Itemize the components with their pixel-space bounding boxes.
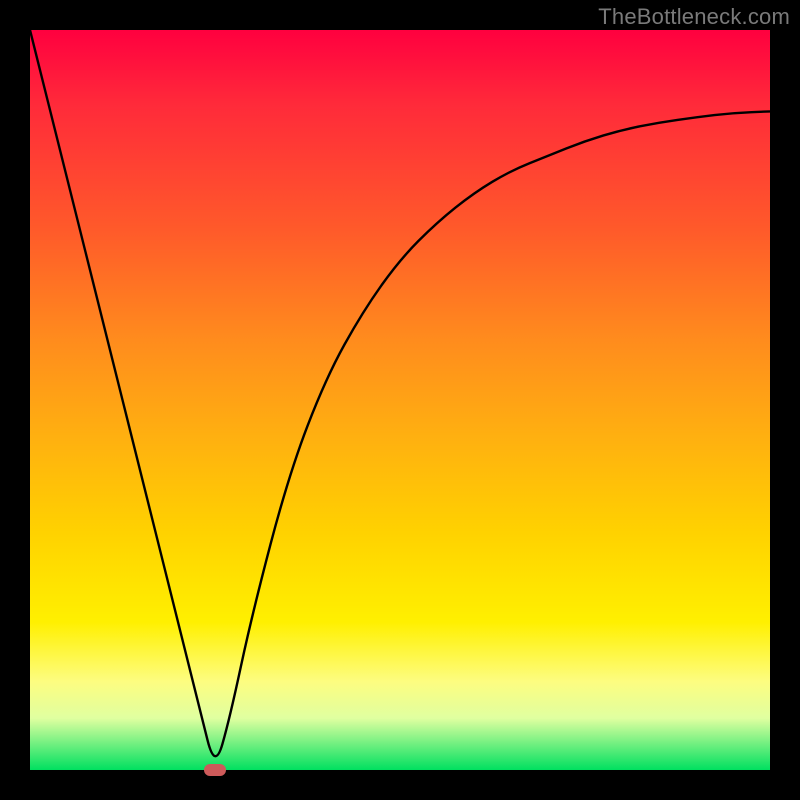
bottleneck-curve [30, 30, 770, 756]
minimum-marker [204, 764, 226, 776]
chart-stage: TheBottleneck.com [0, 0, 800, 800]
plot-area [30, 30, 770, 770]
curve-svg [30, 30, 770, 770]
watermark-text: TheBottleneck.com [598, 4, 790, 30]
